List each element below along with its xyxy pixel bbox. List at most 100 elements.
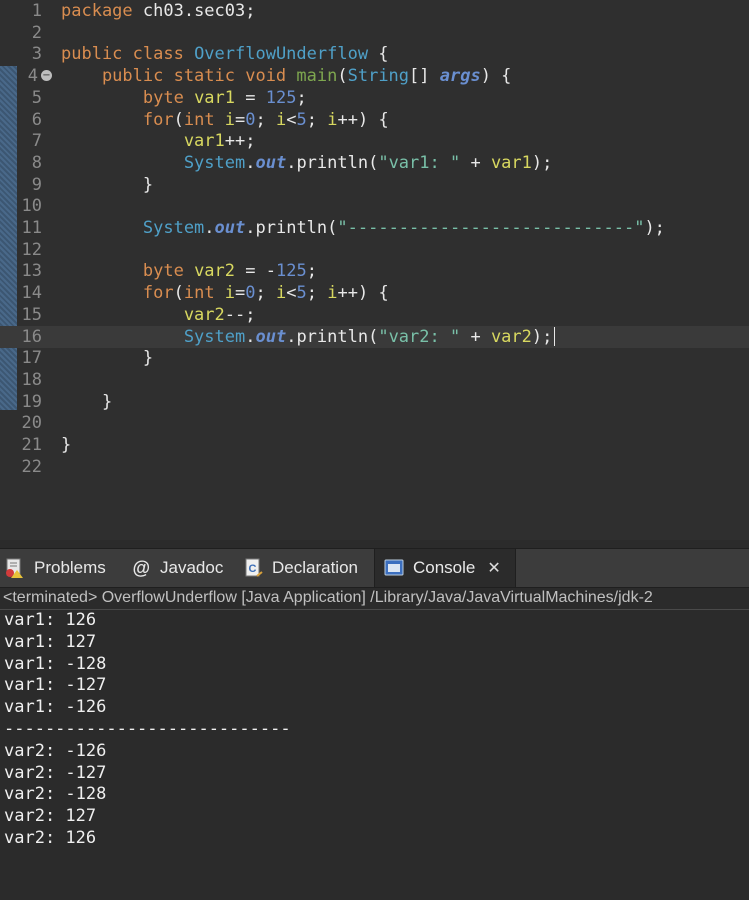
line-number: 14 [21, 283, 42, 304]
code-line[interactable]: 6 for(int i=0; i<5; i++) { [0, 109, 749, 131]
code-line[interactable]: 17 } [0, 347, 749, 369]
code-token: args [439, 66, 481, 87]
line-number-gutter: 21 [0, 434, 52, 456]
tab-console[interactable]: Console ✕ [374, 549, 516, 587]
code-line[interactable]: 8 System.out.println("var1: " + var1); [0, 152, 749, 174]
code-line[interactable]: 21} [0, 434, 749, 456]
code-line[interactable]: 9 } [0, 174, 749, 196]
tab-javadoc-label: Javadoc [160, 558, 224, 577]
console-output-line: var2: -128 [4, 784, 107, 805]
code-line[interactable]: 10 [0, 195, 749, 217]
line-number: 11 [21, 218, 42, 238]
code-line[interactable]: 22 [0, 456, 749, 478]
code-token: main [296, 66, 338, 87]
code-line[interactable]: 1 package ch03.sec03; [0, 0, 749, 22]
line-number: 18 [21, 369, 42, 390]
code-token: < [286, 109, 297, 130]
code-line[interactable]: 18 [0, 369, 749, 391]
tab-problems[interactable]: Problems [4, 549, 116, 587]
code-token: 5 [296, 109, 307, 130]
code-token: var1 [194, 87, 236, 108]
console-status: <terminated> OverflowUnderflow [Java App… [0, 587, 749, 610]
line-number-gutter: 12 [0, 239, 52, 261]
code-token: System [61, 218, 205, 238]
line-number-gutter: 9 [0, 174, 52, 196]
tab-declaration-label: Declaration [272, 558, 358, 577]
code-line[interactable]: 19 } [0, 391, 749, 413]
line-number: 5 [31, 87, 42, 108]
line-number-gutter: 11 [0, 217, 52, 239]
code-token: "----------------------------" [337, 218, 645, 238]
line-number: 16 [21, 326, 42, 347]
code-token: ; [255, 109, 277, 130]
line-number-gutter: 20 [0, 412, 52, 434]
tab-javadoc[interactable]: @ Javadoc [130, 549, 230, 587]
code-token: ; [255, 283, 277, 304]
code-token: 5 [296, 283, 307, 304]
code-token: out [255, 326, 287, 347]
code-line[interactable]: 16 System.out.println("var2: " + var2); [0, 325, 749, 348]
code-token: ); [531, 152, 553, 173]
code-line[interactable]: 12 [0, 239, 749, 261]
code-token: var2 [194, 261, 236, 282]
code-token: } [61, 435, 72, 455]
code-token: . [245, 152, 256, 173]
code-text: for(int i=0; i<5; i++) { [61, 282, 389, 304]
line-number-gutter: 2 [0, 22, 52, 44]
code-line[interactable]: 2 [0, 22, 749, 44]
code-token: out [214, 218, 246, 238]
code-token: byte [61, 261, 195, 282]
code-text: System.out.println("--------------------… [61, 217, 665, 239]
code-line[interactable]: 7 var1++; [0, 130, 749, 152]
console-output-line: var1: 126 [4, 610, 97, 630]
code-token: = [235, 87, 266, 108]
code-token: --; [224, 304, 256, 325]
code-token: ; [306, 283, 328, 304]
code-token: } [61, 391, 113, 412]
line-number: 10 [21, 196, 42, 217]
code-token: i [327, 109, 338, 130]
code-token: int [183, 109, 225, 130]
code-token: ; [306, 261, 317, 282]
code-line[interactable]: 3 public class OverflowUnderflow { [0, 43, 749, 65]
code-token: OverflowUnderflow [194, 44, 369, 65]
code-token: String [347, 66, 410, 87]
code-line[interactable]: 15 var2--; [0, 304, 749, 326]
code-line[interactable]: 14 for(int i=0; i<5; i++) { [0, 282, 749, 304]
code-line[interactable]: 13 byte var2 = -125; [0, 260, 749, 282]
fold-collapse-icon[interactable]: − [41, 70, 52, 82]
line-number-gutter: 3 [0, 43, 52, 65]
code-token: var1 [490, 152, 532, 173]
code-token: "var1: " [378, 152, 461, 173]
code-editor[interactable]: 1 package ch03.sec03; 2 3 public class Overf… [0, 0, 749, 540]
code-line[interactable]: 20 [0, 412, 749, 434]
code-token: ; [296, 87, 307, 108]
code-text: var1++; [61, 130, 256, 152]
svg-text:C: C [249, 563, 257, 575]
code-token: = [235, 109, 246, 130]
code-token: .println( [245, 218, 338, 238]
line-number: 8 [31, 152, 42, 173]
close-icon[interactable]: ✕ [487, 558, 500, 578]
code-token: i [224, 283, 236, 304]
text-cursor [554, 327, 556, 346]
code-token: .println( [286, 326, 379, 347]
line-number: 9 [31, 174, 42, 195]
console-output-line: var1: 127 [4, 631, 97, 652]
line-number-gutter: 22 [0, 456, 52, 478]
code-token: 125 [265, 87, 297, 108]
code-line[interactable]: 11 System.out.println("-----------------… [0, 217, 749, 239]
line-number-gutter: 7 [0, 130, 52, 152]
code-line[interactable]: 4− public static void main(String[] args… [0, 65, 749, 87]
panel-tab-bar: Problems @ Javadoc C Declaration Console… [0, 548, 749, 588]
code-token: ; [306, 109, 328, 130]
tab-declaration[interactable]: C Declaration [242, 549, 372, 587]
code-token: + [460, 152, 491, 173]
code-line[interactable]: 5 byte var1 = 125; [0, 87, 749, 109]
code-token: ++) { [337, 283, 389, 304]
code-token: ( [173, 109, 184, 130]
line-number: 13 [21, 261, 42, 282]
code-token: var2 [490, 326, 532, 347]
console-output-line: var1: -128 [4, 653, 107, 674]
code-token: ch03.sec03; [132, 1, 256, 21]
